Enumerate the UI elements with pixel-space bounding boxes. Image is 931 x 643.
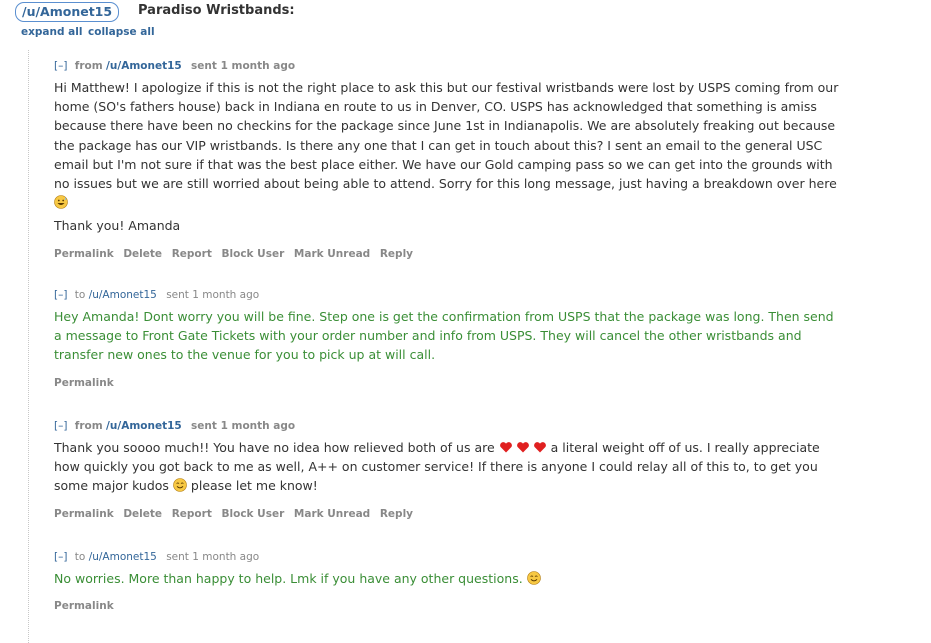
collapse-toggle[interactable]: [–] <box>54 60 67 72</box>
reply-link[interactable]: Reply <box>380 508 413 520</box>
message-thread: [–] from /u/Amonet15 sent 1 month ago Hi… <box>28 50 931 643</box>
report-link[interactable]: Report <box>172 508 212 520</box>
author-link[interactable]: /u/Amonet15 <box>106 60 182 72</box>
grinning-sweat-emoji <box>54 195 68 210</box>
direction-label: to <box>74 551 86 563</box>
message-paragraph: Thank you! Amanda <box>54 218 181 234</box>
direction-label: from <box>74 420 103 432</box>
delete-link[interactable]: Delete <box>123 508 162 520</box>
block-user-link[interactable]: Block User <box>222 508 285 520</box>
message-actions: Permalink Delete Report Block User Mark … <box>54 248 844 260</box>
message-paragraph: Hey Amanda! Dont worry you will be fine.… <box>54 309 834 363</box>
permalink-link[interactable]: Permalink <box>54 508 114 520</box>
message-text: please let me know! <box>190 478 318 494</box>
smiling-emoji <box>526 571 541 585</box>
message-paragraph: Hi Matthew! I apologize if this is not t… <box>54 80 839 192</box>
mark-unread-link[interactable]: Mark Unread <box>294 508 370 520</box>
red-heart-emoji <box>533 442 546 453</box>
sent-time: sent 1 month ago <box>166 551 260 563</box>
message-actions: Permalink Delete Report Block User Mark … <box>54 508 844 520</box>
message-tagline: [–] to /u/Amonet15 sent 1 month ago <box>54 287 844 303</box>
permalink-link[interactable]: Permalink <box>54 600 114 612</box>
mark-unread-link[interactable]: Mark Unread <box>294 248 370 260</box>
expand-all-link[interactable]: expand all <box>21 26 82 38</box>
message-tagline: [–] from /u/Amonet15 sent 1 month ago <box>54 418 844 434</box>
message-item: [–] to /u/Amonet15 sent 1 month ago No w… <box>54 549 844 612</box>
smiling-emoji <box>173 478 187 493</box>
report-link[interactable]: Report <box>172 248 212 260</box>
sent-time: sent 1 month ago <box>166 289 260 301</box>
direction-label: to <box>74 289 86 301</box>
collapse-all-link[interactable]: collapse all <box>88 26 155 38</box>
collapse-toggle[interactable]: [–] <box>54 289 67 301</box>
permalink-link[interactable]: Permalink <box>54 248 114 260</box>
message-tagline: [–] from /u/Amonet15 sent 1 month ago <box>54 58 844 74</box>
message-actions: Permalink <box>54 600 844 612</box>
delete-link[interactable]: Delete <box>123 248 162 260</box>
message-text: Thank you soooo much!! You have no idea … <box>54 440 495 455</box>
message-body: Thank you soooo much!! You have no idea … <box>54 438 844 496</box>
author-link[interactable]: /u/Amonet15 <box>89 289 157 301</box>
collapse-toggle[interactable]: [–] <box>54 551 67 563</box>
message-tagline: [–] to /u/Amonet15 sent 1 month ago <box>54 549 844 565</box>
message-body: Hey Amanda! Dont worry you will be fine.… <box>54 307 844 365</box>
red-heart-emoji <box>499 442 512 453</box>
message-subject: Paradiso Wristbands: <box>138 3 295 18</box>
collapse-toggle[interactable]: [–] <box>54 420 67 432</box>
author-link[interactable]: /u/Amonet15 <box>106 420 182 432</box>
username-badge[interactable]: /u/Amonet15 <box>15 2 120 22</box>
sent-time: sent 1 month ago <box>191 60 296 72</box>
reply-link[interactable]: Reply <box>380 248 413 260</box>
block-user-link[interactable]: Block User <box>222 248 285 260</box>
message-body: Hi Matthew! I apologize if this is not t… <box>54 78 844 236</box>
red-heart-emoji <box>516 442 529 453</box>
message-item: [–] to /u/Amonet15 sent 1 month ago Hey … <box>54 287 844 389</box>
message-item: [–] from /u/Amonet15 sent 1 month ago Hi… <box>54 58 844 260</box>
sent-time: sent 1 month ago <box>191 420 296 432</box>
message-actions: Permalink <box>54 377 844 389</box>
message-text: No worries. More than happy to help. Lmk… <box>54 571 523 586</box>
permalink-link[interactable]: Permalink <box>54 377 114 389</box>
message-item: [–] from /u/Amonet15 sent 1 month ago Th… <box>54 418 844 520</box>
author-link[interactable]: /u/Amonet15 <box>89 551 157 563</box>
message-body: No worries. More than happy to help. Lmk… <box>54 569 844 588</box>
direction-label: from <box>74 60 103 72</box>
